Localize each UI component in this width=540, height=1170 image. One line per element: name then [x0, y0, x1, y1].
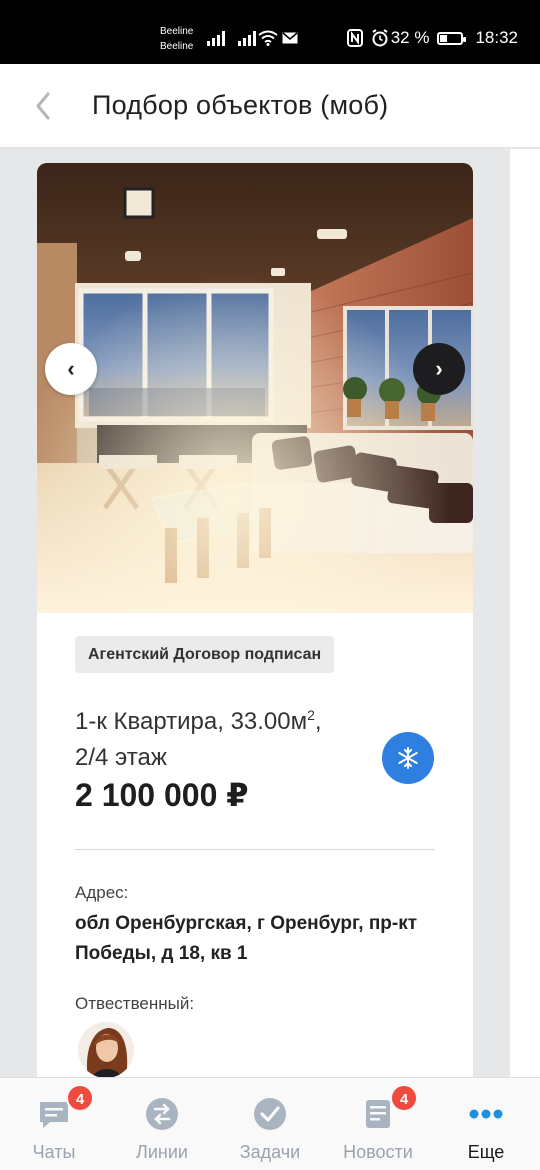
- tab-label: Еще: [467, 1142, 505, 1162]
- next-card-peek: [510, 149, 540, 1079]
- alarm-icon: [372, 29, 388, 47]
- gallery-prev-button[interactable]: ‹: [45, 343, 97, 395]
- address-value: обл Оренбургская, г Оренбург, пр-кт Побе…: [75, 913, 418, 964]
- more-icon: [469, 1109, 503, 1119]
- nfc-icon: [346, 29, 363, 47]
- carrier-1: Beeline: [160, 26, 194, 37]
- snowflake-icon: [398, 747, 418, 769]
- tab-label: Чаты: [32, 1142, 76, 1162]
- battery-percent: 32 %: [390, 28, 430, 47]
- tab-more[interactable]: Еще: [432, 1078, 540, 1170]
- listing-title-sup: 2: [307, 707, 315, 723]
- news-count-badge: 4: [390, 1084, 418, 1112]
- lines-icon: [146, 1098, 178, 1130]
- battery-icon: [437, 31, 467, 45]
- wifi-icon: [258, 30, 278, 46]
- listing-card: ‹ › Агентский Договор подписан 1-к Кварт…: [37, 163, 473, 1103]
- signal-icon: [207, 30, 225, 46]
- status-bar: Beeline Beeline 32 % 18:32: [0, 0, 540, 64]
- listing-photo: [37, 163, 473, 613]
- back-button[interactable]: [30, 88, 58, 124]
- app-header: Подбор объектов (моб): [0, 64, 540, 148]
- tab-lines[interactable]: Линии: [108, 1078, 216, 1170]
- tab-news[interactable]: 4 Новости: [324, 1078, 432, 1170]
- status-badge: Агентский Договор подписан: [75, 636, 335, 673]
- tab-label: Линии: [136, 1142, 188, 1162]
- listing-title-comma: ,: [314, 708, 322, 735]
- listing-floor: 2/4 этаж: [75, 744, 167, 771]
- tab-label: Новости: [343, 1142, 413, 1162]
- responsible-label: Отвественный:: [75, 994, 195, 1013]
- snowflake-button[interactable]: [382, 732, 434, 784]
- listing-title-main: 1-к Квартира, 33.00м: [75, 708, 308, 735]
- carrier-2: Beeline: [160, 41, 194, 52]
- tab-label: Задачи: [239, 1142, 301, 1162]
- divider: [75, 849, 435, 850]
- listing-title: 1-к Квартира, 33.00м2, 2/4 этаж: [75, 697, 385, 776]
- gallery-next-button[interactable]: ›: [413, 343, 465, 395]
- bottom-nav: 4 Чаты Линии Задачи 4 Новости Еще: [0, 1077, 540, 1170]
- tab-chats[interactable]: 4 Чаты: [0, 1078, 108, 1170]
- signal-icon: [238, 30, 256, 46]
- address-label: Адрес:: [75, 883, 129, 902]
- page-title: Подбор объектов (моб): [92, 90, 389, 120]
- status-right: 32 % 18:32: [346, 28, 518, 48]
- listing-price: 2 100 000 ₽: [75, 777, 249, 813]
- chats-count-badge: 4: [66, 1084, 94, 1112]
- clock: 18:32: [475, 28, 518, 47]
- avatar[interactable]: [78, 1022, 134, 1078]
- mail-icon: [282, 32, 298, 44]
- tab-tasks[interactable]: Задачи: [216, 1078, 324, 1170]
- check-icon: [254, 1098, 286, 1130]
- carrier-names: Beeline Beeline: [160, 24, 193, 54]
